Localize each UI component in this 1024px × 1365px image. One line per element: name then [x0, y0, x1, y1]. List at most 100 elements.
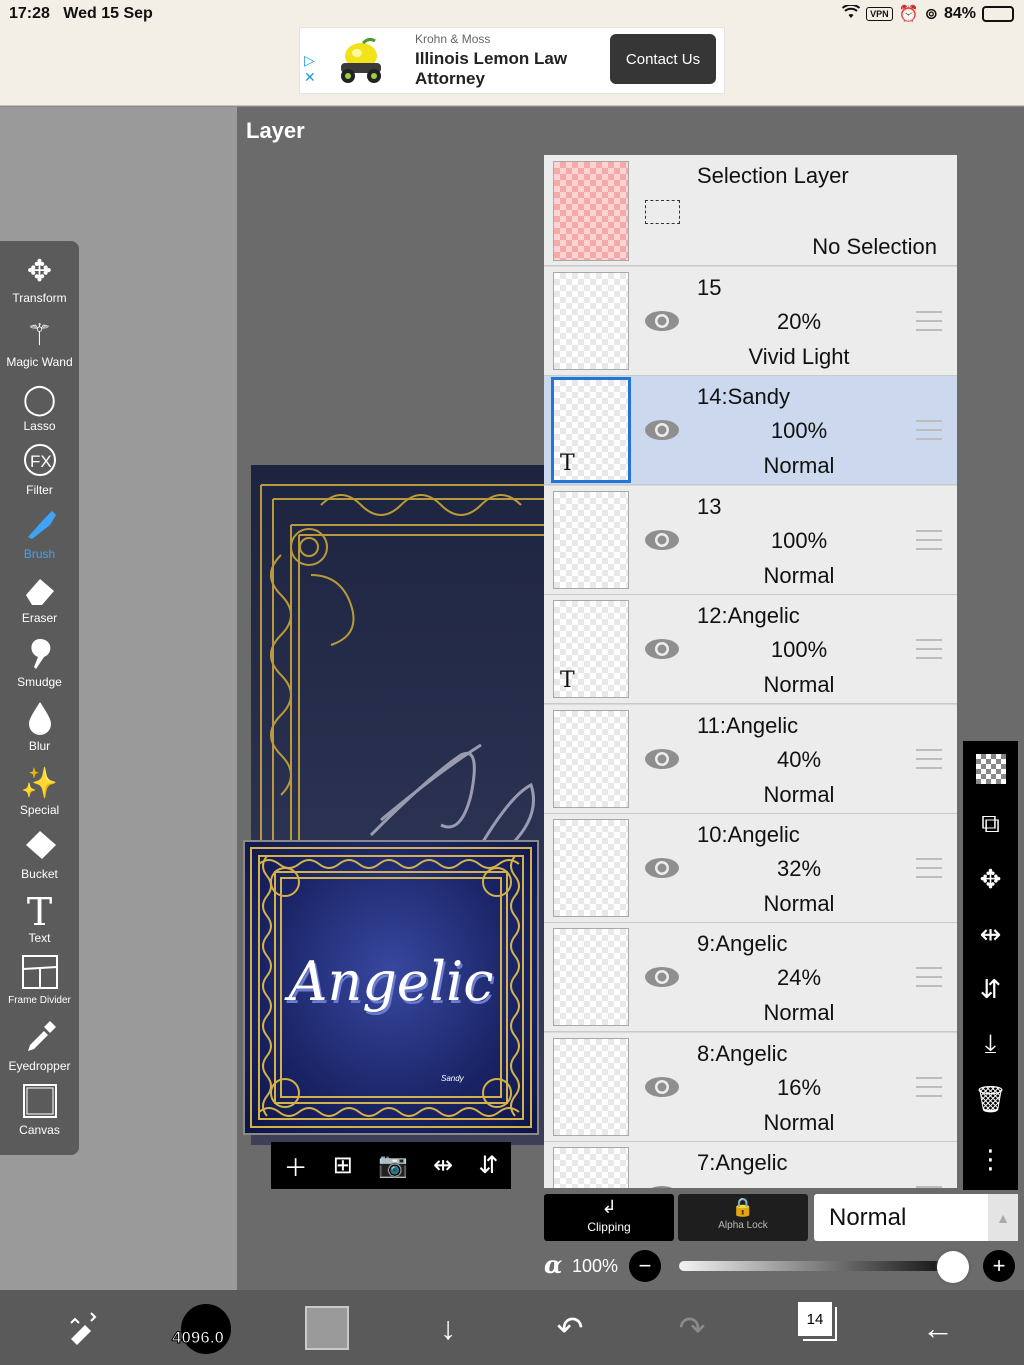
visibility-eye-icon[interactable]	[644, 1182, 680, 1188]
visibility-eye-icon[interactable]	[644, 854, 680, 882]
flip-layer-vertical-icon[interactable]: ⇵	[963, 964, 1018, 1014]
drag-handle-icon[interactable]	[916, 1076, 942, 1097]
drag-handle-icon[interactable]	[916, 639, 942, 660]
layer-blend-mode: Normal	[763, 1000, 835, 1026]
visibility-eye-icon[interactable]	[644, 526, 680, 554]
artwork-thumbnail[interactable]: Angelic Sandy	[243, 840, 539, 1135]
text-icon: T	[26, 890, 53, 934]
tool-smudge[interactable]: Smudge	[0, 635, 79, 699]
layer-row[interactable]: 8:Angelic 16% Normal	[544, 1032, 957, 1142]
status-bar: 17:28 Wed 15 Sep VPN ⏰ ⊚ 84% ▷ ✕ Krohn & …	[0, 0, 1024, 106]
drag-handle-icon[interactable]	[916, 420, 942, 441]
eraser-icon	[0, 571, 79, 611]
tool-eraser[interactable]: Eraser	[0, 571, 79, 635]
back-arrow-icon[interactable]: ←	[914, 1304, 962, 1352]
layer-thumbnail	[553, 709, 629, 808]
drag-handle-icon[interactable]	[916, 858, 942, 878]
visibility-eye-icon[interactable]	[644, 307, 680, 335]
move-layer-icon[interactable]: ✥	[963, 854, 1018, 904]
drag-handle-icon[interactable]	[916, 967, 942, 988]
brush-size-value: 4096.0	[172, 1328, 225, 1348]
text-layer-icon: T	[560, 451, 575, 477]
tool-sidebar: ✥ Transform ⚚ Magic Wand ◯ Lasso FX Filt…	[0, 241, 79, 1155]
layer-name: 7:Angelic	[697, 1150, 788, 1176]
layer-name: 11:Angelic	[697, 712, 799, 738]
visibility-eye-icon[interactable]	[644, 1073, 680, 1101]
color-swatch[interactable]	[305, 1306, 349, 1350]
tool-blur[interactable]: Blur	[0, 699, 79, 763]
layer-row[interactable]: 11:Angelic 40% Normal	[544, 704, 957, 814]
contact-us-button[interactable]: Contact Us	[610, 34, 716, 84]
ad-title[interactable]: Illinois Lemon Law Attorney	[415, 49, 585, 89]
layer-row[interactable]: T 12:Angelic 100% Normal	[544, 595, 957, 705]
flip-layer-horizontal-icon[interactable]: ⇹	[963, 909, 1018, 959]
status-indicators: VPN ⏰ ⊚ 84%	[841, 3, 1014, 24]
chevron-up-icon[interactable]: ▲	[988, 1194, 1018, 1241]
alpha-lock-button[interactable]: 🔒 Alpha Lock	[678, 1194, 808, 1241]
layers-count-button[interactable]: 14	[798, 1302, 832, 1336]
quick-tools-icon[interactable]	[60, 1304, 108, 1352]
tool-frame-divider[interactable]: Frame Divider	[0, 955, 79, 1019]
tool-special[interactable]: ✨ Special	[0, 763, 79, 827]
drag-handle-icon[interactable]	[916, 748, 942, 769]
layer-thumbnail: T	[553, 600, 629, 699]
trash-icon[interactable]: 🗑	[963, 1074, 1018, 1124]
layer-name: 15	[697, 275, 722, 300]
clipping-button[interactable]: ↲ Clipping	[544, 1194, 674, 1241]
battery-percent: 84%	[943, 5, 976, 22]
merge-down-icon[interactable]: ⤓	[963, 1019, 1018, 1069]
visibility-eye-icon[interactable]	[644, 635, 680, 663]
tool-eyedropper[interactable]: Eyedropper	[0, 1019, 79, 1083]
undo-icon[interactable]: ↶	[546, 1304, 594, 1352]
redo-icon[interactable]: ↷	[668, 1304, 716, 1352]
drop-icon	[0, 699, 79, 739]
visibility-eye-icon[interactable]	[644, 745, 680, 773]
tool-text[interactable]: T Text	[0, 891, 79, 955]
clipping-arrow-icon: ↲	[601, 1197, 617, 1217]
ad-banner[interactable]: ▷ ✕ Krohn & Moss Illinois Lemon Law Attor…	[299, 27, 725, 94]
layer-row[interactable]: 10:Angelic 32% Normal	[544, 814, 957, 923]
layer-row[interactable]: 9:Angelic 24% Normal	[544, 923, 957, 1033]
duplicate-layer-button[interactable]: ⊞	[333, 1151, 353, 1180]
tool-lasso[interactable]: ◯ Lasso	[0, 379, 79, 443]
opacity-decrease-button[interactable]: −	[629, 1250, 661, 1282]
tool-transform[interactable]: ✥ Transform	[0, 251, 79, 315]
flip-horizontal-icon[interactable]: ⇹	[433, 1151, 453, 1180]
selection-status: No Selection	[812, 234, 937, 259]
drag-handle-icon[interactable]	[916, 311, 942, 331]
layer-row[interactable]: 15 20% Vivid Light	[544, 267, 957, 376]
layer-row[interactable]: 13 100% Normal	[544, 485, 957, 595]
artwork-title: Angelic	[288, 950, 494, 1013]
move-icon: ✥	[26, 255, 53, 288]
blend-mode-select[interactable]: Normal ▲	[814, 1194, 1018, 1241]
layer-blend-mode: Normal	[763, 1109, 835, 1135]
opacity-slider[interactable]	[679, 1261, 949, 1271]
flip-vertical-icon[interactable]: ⇵	[478, 1151, 498, 1180]
bucket-icon	[0, 827, 79, 867]
opacity-increase-button[interactable]: +	[983, 1250, 1015, 1282]
arrow-down-icon[interactable]: ↓	[424, 1304, 472, 1352]
tool-bucket[interactable]: Bucket	[0, 827, 79, 891]
layer-side-tools: ⧉ ✥ ⇹ ⇵ ⤓ 🗑 ⋮	[963, 741, 1018, 1190]
opacity-slider-handle[interactable]	[937, 1251, 969, 1283]
layer-opacity: 100%	[770, 637, 828, 663]
tool-brush[interactable]: Brush	[0, 507, 79, 571]
checker-transparency-icon[interactable]	[963, 744, 1018, 794]
more-options-icon[interactable]: ⋮	[963, 1134, 1018, 1184]
layer-opacity: 16%	[776, 1074, 822, 1100]
layer-row[interactable]: T 14:Sandy 100% Normal	[544, 376, 957, 486]
camera-icon[interactable]: 📷	[378, 1151, 408, 1180]
tool-canvas[interactable]: Canvas	[0, 1083, 79, 1147]
selection-layer-row[interactable]: Selection Layer No Selection	[544, 155, 957, 266]
visibility-eye-icon[interactable]	[644, 416, 680, 444]
ad-choices-icon[interactable]: ▷ ✕	[304, 52, 316, 86]
tool-filter[interactable]: FX Filter	[0, 443, 79, 507]
layer-row[interactable]: 7:Angelic	[544, 1142, 957, 1188]
visibility-eye-icon[interactable]	[644, 963, 680, 991]
drag-handle-icon[interactable]	[916, 529, 942, 550]
drag-handle-icon[interactable]	[916, 1186, 942, 1188]
tool-magic-wand[interactable]: ⚚ Magic Wand	[0, 315, 79, 379]
add-layer-button[interactable]: ＋	[284, 1148, 308, 1183]
layer-list[interactable]: Selection Layer No Selection 15 20% Vivid …	[544, 155, 957, 1188]
merge-layer-icon[interactable]: ⧉	[963, 799, 1018, 849]
